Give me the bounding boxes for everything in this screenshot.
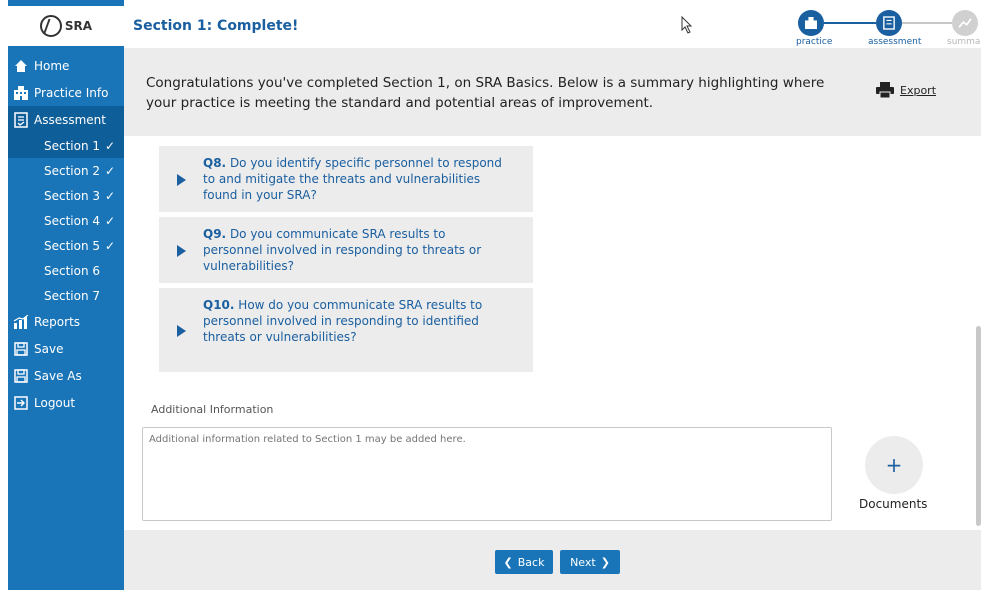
sidebar-item-section-2[interactable]: Section 2 ✓	[8, 158, 124, 183]
chart-icon	[12, 314, 30, 330]
check-icon: ✓	[105, 213, 116, 228]
sidebar-item-assessment[interactable]: Assessment	[8, 106, 124, 133]
logout-icon	[12, 395, 30, 411]
scrollbar-thumb[interactable]	[976, 326, 981, 526]
back-button[interactable]: ❮ Back	[495, 550, 553, 574]
step-label-assessment: assessment	[868, 37, 922, 47]
check-icon: ✓	[105, 238, 116, 253]
section-label: Section 3	[44, 188, 101, 203]
checklist-icon	[12, 111, 30, 128]
building-icon	[805, 17, 817, 29]
sidebar-item-label: Logout	[34, 395, 76, 410]
question-number: Q8.	[203, 156, 227, 170]
step-summary[interactable]	[952, 10, 978, 36]
section-label: Section 7	[44, 288, 101, 303]
question-card-q9[interactable]: Q9. Do you communicate SRA results to pe…	[159, 217, 533, 283]
step-practice[interactable]	[798, 10, 824, 36]
sidebar-item-label: Reports	[34, 314, 81, 329]
floppy-icon	[12, 341, 30, 357]
mouse-cursor-icon	[681, 16, 693, 34]
sidebar-nav: Home Practice Info Assessment Section 1 …	[8, 52, 124, 416]
play-arrow-icon	[177, 245, 186, 257]
sidebar-item-save-as[interactable]: Save As	[8, 362, 124, 389]
sidebar-item-label: Home	[34, 58, 70, 73]
sidebar-item-section-3[interactable]: Section 3 ✓	[8, 183, 124, 208]
sra-logo: SRA	[8, 6, 124, 46]
section-label: Section 6	[44, 263, 101, 278]
top-bar: Section 1: Complete! practice assessment…	[124, 6, 981, 48]
home-icon	[12, 58, 30, 74]
question-number: Q10.	[203, 298, 235, 312]
step-assessment[interactable]	[876, 10, 902, 36]
footer-nav: ❮ Back Next ❯	[124, 530, 981, 590]
checklist-icon	[883, 16, 895, 30]
chevron-right-icon: ❯	[600, 555, 610, 569]
logo-text: SRA	[64, 19, 93, 33]
progress-steps: practice assessment summary	[784, 8, 981, 48]
next-label: Next	[570, 555, 596, 569]
floppy-icon	[12, 368, 30, 384]
sidebar-item-label: Save As	[34, 368, 82, 383]
hhs-eagle-icon	[39, 15, 62, 37]
question-body: Do you communicate SRA results to person…	[203, 227, 482, 273]
chevron-left-icon: ❮	[503, 555, 513, 569]
question-text: Q9. Do you communicate SRA results to pe…	[203, 226, 503, 274]
sidebar-item-logout[interactable]: Logout	[8, 389, 124, 416]
question-text: Q10. How do you communicate SRA results …	[203, 297, 503, 345]
next-button[interactable]: Next ❯	[560, 550, 620, 574]
step-connector	[824, 22, 876, 24]
main-content: Q8. Do you identify specific personnel t…	[124, 136, 981, 556]
export-label: Export	[900, 83, 937, 97]
additional-info-input[interactable]	[142, 427, 832, 521]
building-icon	[12, 85, 30, 101]
summary-banner: Congratulations you've completed Section…	[124, 48, 981, 136]
sidebar-item-home[interactable]: Home	[8, 52, 124, 79]
printer-icon	[876, 82, 894, 98]
summary-text: Congratulations you've completed Section…	[146, 75, 825, 111]
sidebar-item-section-6[interactable]: Section 6	[8, 258, 124, 283]
back-label: Back	[517, 555, 545, 569]
sidebar-item-practice-info[interactable]: Practice Info	[8, 79, 124, 106]
section-label: Section 1	[44, 138, 101, 153]
play-arrow-icon	[177, 325, 186, 337]
add-document-button[interactable]: +	[865, 436, 923, 494]
question-number: Q9.	[203, 227, 227, 241]
question-card-q10[interactable]: Q10. How do you communicate SRA results …	[159, 288, 533, 372]
chart-icon	[958, 18, 972, 28]
question-body: Do you identify specific personnel to re…	[203, 156, 502, 202]
check-icon: ✓	[105, 138, 116, 153]
question-text: Q8. Do you identify specific personnel t…	[203, 155, 503, 203]
sidebar: SRA Home Practice Info Assessment Sectio…	[8, 0, 124, 590]
sidebar-item-label: Practice Info	[34, 85, 109, 100]
sidebar-item-section-1[interactable]: Section 1 ✓	[8, 133, 124, 158]
sidebar-item-save[interactable]: Save	[8, 335, 124, 362]
check-icon: ✓	[105, 188, 116, 203]
plus-icon: +	[885, 453, 903, 477]
page-title: Section 1: Complete!	[133, 18, 299, 34]
step-label-summary: summary	[947, 37, 981, 47]
sidebar-item-reports[interactable]: Reports	[8, 308, 124, 335]
sidebar-item-section-7[interactable]: Section 7	[8, 283, 124, 308]
documents-label: Documents	[859, 497, 928, 511]
sidebar-item-label: Assessment	[34, 112, 106, 127]
sidebar-item-section-5[interactable]: Section 5 ✓	[8, 233, 124, 258]
section-label: Section 4	[44, 213, 101, 228]
step-label-practice: practice	[796, 37, 833, 47]
section-label: Section 2	[44, 163, 101, 178]
additional-info-label: Additional Information	[151, 403, 274, 416]
question-body: How do you communicate SRA results to pe…	[203, 298, 483, 344]
section-label: Section 5	[44, 238, 101, 253]
play-arrow-icon	[177, 174, 186, 186]
step-connector	[902, 22, 952, 24]
sidebar-item-section-4[interactable]: Section 4 ✓	[8, 208, 124, 233]
export-button[interactable]: Export	[876, 82, 936, 98]
check-icon: ✓	[105, 163, 116, 178]
sidebar-item-label: Save	[34, 341, 64, 356]
question-card-q8[interactable]: Q8. Do you identify specific personnel t…	[159, 146, 533, 212]
